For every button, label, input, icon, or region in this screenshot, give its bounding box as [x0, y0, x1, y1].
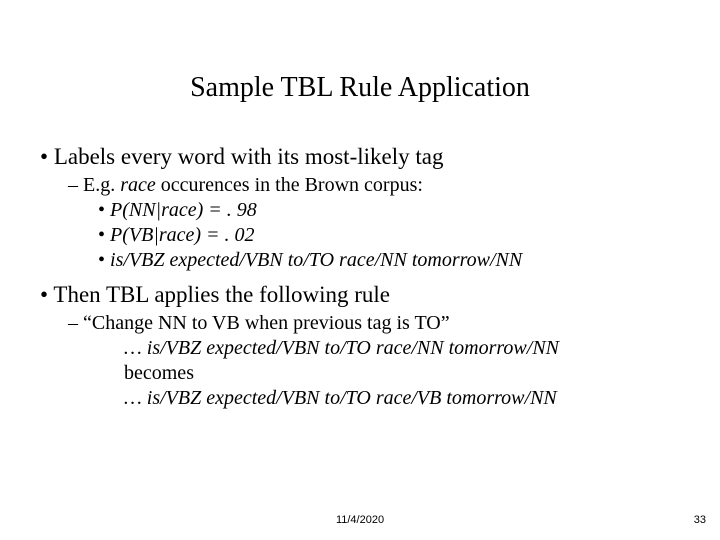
bullet-text: E.g.	[83, 174, 120, 196]
slide-title: Sample TBL Rule Application	[0, 0, 720, 104]
slide-body: Labels every word with its most-likely t…	[0, 104, 720, 410]
body-line: becomes	[124, 362, 680, 385]
bullet-text: Then TBL applies the following rule	[53, 282, 390, 307]
bullet-level2: “Change NN to VB when previous tag is TO…	[68, 312, 680, 335]
body-line: … is/VBZ expected/VBN to/TO race/VB tomo…	[124, 387, 680, 410]
bullet-level3: P(NN|race) = . 98	[98, 199, 680, 222]
bullet-text: P(VB|race) = . 02	[110, 224, 255, 246]
body-line: … is/VBZ expected/VBN to/TO race/NN tomo…	[124, 337, 680, 360]
bullet-text: “Change NN to VB when previous tag is TO…	[83, 312, 450, 334]
bullet-level1: Labels every word with its most-likely t…	[40, 144, 680, 170]
body-text: becomes	[124, 362, 194, 384]
italic-word: race	[120, 174, 156, 196]
bullet-level3: P(VB|race) = . 02	[98, 224, 680, 247]
bullet-text: occurences in the Brown corpus:	[156, 174, 423, 196]
bullet-text: P(NN|race) = . 98	[110, 199, 257, 221]
bullet-text: is/VBZ expected/VBN to/TO race/NN tomorr…	[110, 249, 522, 271]
slide: Sample TBL Rule Application Labels every…	[0, 0, 720, 540]
bullet-level3: is/VBZ expected/VBN to/TO race/NN tomorr…	[98, 249, 680, 272]
bullet-text: Labels every word with its most-likely t…	[54, 144, 444, 169]
footer-page-number: 33	[694, 514, 706, 526]
bullet-level1: Then TBL applies the following rule	[40, 282, 680, 308]
footer-date: 11/4/2020	[0, 514, 720, 526]
bullet-level2: E.g. race occurences in the Brown corpus…	[68, 174, 680, 197]
example-text: … is/VBZ expected/VBN to/TO race/NN tomo…	[124, 337, 559, 359]
example-text: … is/VBZ expected/VBN to/TO race/VB tomo…	[124, 387, 557, 409]
